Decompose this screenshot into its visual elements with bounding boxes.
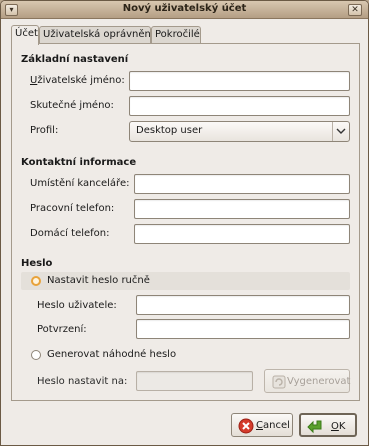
basic-settings-heading: Základní nastavení: [21, 54, 129, 65]
window-title: Nový uživatelský účet: [122, 3, 247, 14]
work-phone-label: Pracovní telefon:: [30, 203, 115, 214]
cancel-icon: [238, 418, 254, 434]
home-phone-label: Domácí telefon:: [30, 228, 110, 239]
ok-button[interactable]: OK: [299, 413, 357, 437]
profile-select[interactable]: Desktop user: [129, 121, 350, 142]
tab-advanced[interactable]: Pokročilé: [151, 26, 201, 44]
refresh-icon: [271, 374, 287, 390]
cancel-mnemonic: C: [256, 420, 263, 431]
manual-password-option[interactable]: Nastavit heslo ručně: [21, 272, 350, 290]
user-password-input[interactable]: [136, 295, 350, 315]
office-label: Umístění kanceláře:: [30, 178, 130, 189]
account-tab-panel: Základní nastavení Uživatelské jméno: Sk…: [11, 43, 360, 401]
window-menu-button[interactable]: ▾: [5, 4, 18, 16]
home-phone-input[interactable]: [134, 224, 350, 244]
realname-label: Skutečné jméno:: [30, 100, 114, 111]
contact-info-heading: Kontaktní informace: [21, 157, 137, 168]
cancel-button[interactable]: Cancel: [231, 413, 293, 437]
title-bar[interactable]: ▾ Nový uživatelský účet ✕: [1, 1, 368, 19]
office-input[interactable]: [134, 174, 350, 194]
username-input[interactable]: [129, 71, 350, 91]
ok-mnemonic: O: [331, 421, 339, 432]
password-heading: Heslo: [21, 258, 53, 269]
random-password-label: Generovat náhodné heslo: [47, 349, 177, 360]
cancel-label-rest: ancel: [262, 420, 290, 431]
work-phone-input[interactable]: [134, 199, 350, 219]
ok-arrow-icon: [307, 419, 323, 435]
cancel-button-label: Cancel: [256, 420, 290, 431]
confirm-password-label: Potvrzení:: [37, 324, 87, 335]
username-label-text: živatelské jméno:: [37, 75, 125, 86]
manual-password-label: Nastavit heslo ručně: [47, 275, 150, 286]
profile-label: Profil:: [30, 125, 59, 136]
radio-unselected-icon[interactable]: [31, 350, 41, 360]
radio-selected-icon[interactable]: [31, 276, 41, 286]
chevron-down-icon: [332, 122, 349, 141]
username-label: Uživatelské jméno:: [30, 75, 125, 86]
generated-password-input[interactable]: [136, 371, 253, 391]
dialog-window: ▾ Nový uživatelský účet ✕ Účet Uživatels…: [0, 0, 369, 446]
tab-account[interactable]: Účet: [11, 25, 39, 45]
realname-input[interactable]: [129, 96, 350, 116]
ok-button-label: OK: [331, 421, 345, 432]
tab-user-privileges[interactable]: Uživatelská oprávnění: [39, 26, 154, 44]
generate-button[interactable]: Vygenerovat: [264, 369, 350, 393]
set-password-to-label: Heslo nastavit na:: [37, 376, 128, 387]
random-password-option[interactable]: Generovat náhodné heslo: [21, 346, 350, 364]
profile-selected-value: Desktop user: [136, 125, 203, 136]
close-button[interactable]: ✕: [348, 4, 362, 16]
confirm-password-input[interactable]: [136, 319, 350, 339]
ok-label-rest: K: [338, 421, 346, 432]
user-password-label: Heslo uživatele:: [37, 300, 117, 311]
generate-button-label: Vygenerovat: [287, 376, 351, 387]
